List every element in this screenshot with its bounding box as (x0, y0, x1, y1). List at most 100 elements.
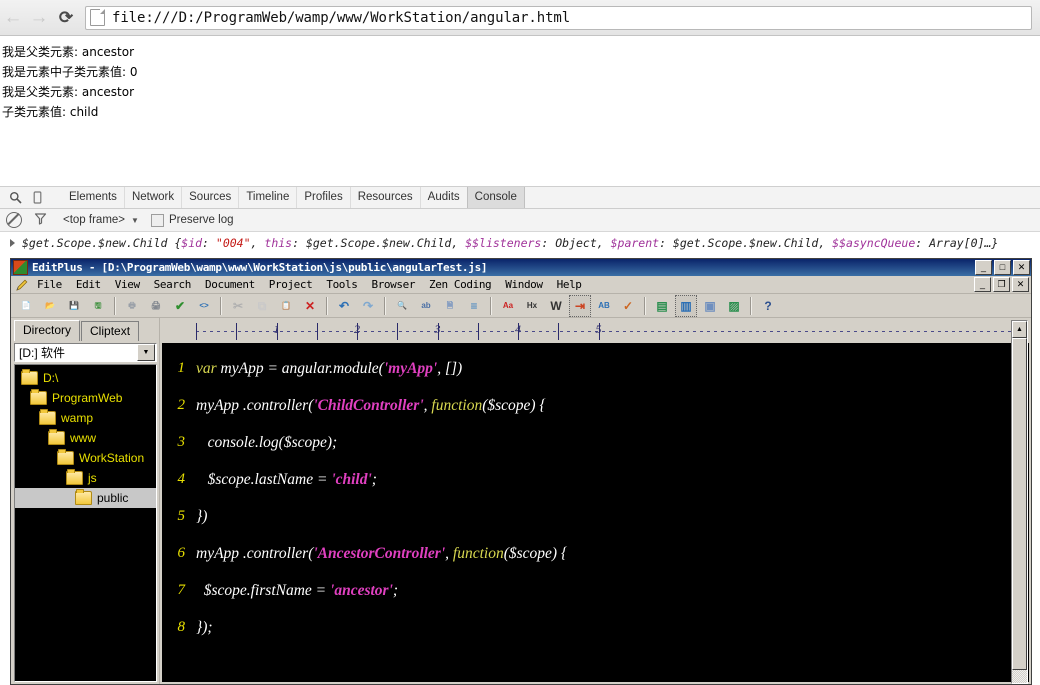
chevron-down-icon[interactable]: ▼ (131, 216, 139, 225)
menu-edit[interactable]: Edit (69, 277, 108, 292)
check-button[interactable]: ✓ (617, 295, 639, 317)
preserve-log-checkbox[interactable] (150, 213, 164, 227)
close-button[interactable]: ✕ (1013, 260, 1030, 275)
scrollbar-track[interactable] (1012, 670, 1027, 683)
tab-profiles[interactable]: Profiles (296, 187, 349, 208)
ruler-tick (477, 323, 479, 340)
code-line[interactable]: myApp .controller('ChildController', fun… (192, 387, 1029, 424)
console-log-entry[interactable]: $get.Scope.$new.Child {$id: "004", this:… (22, 235, 1040, 251)
back-icon[interactable]: ← (0, 5, 26, 31)
menu-search[interactable]: Search (147, 277, 198, 292)
tab-sources[interactable]: Sources (181, 187, 238, 208)
menu-tools[interactable]: Tools (319, 277, 364, 292)
tab-elements[interactable]: Elements (62, 187, 124, 208)
menu-help[interactable]: Help (550, 277, 589, 292)
filter-funnel-icon[interactable] (34, 212, 47, 228)
maximize-button[interactable]: □ (994, 260, 1011, 275)
print-preview-button[interactable]: 🖶 (121, 295, 143, 317)
toggle-output-button[interactable]: ▥ (675, 294, 697, 317)
save-all-button[interactable]: 🖫 (87, 295, 109, 317)
spell-check-button[interactable]: ✔ (169, 295, 191, 317)
open-file-button[interactable]: 📂 (39, 295, 61, 317)
menu-window[interactable]: Window (498, 277, 549, 292)
preview-button[interactable]: ▣ (699, 295, 721, 317)
chevron-down-icon[interactable]: ▼ (137, 344, 155, 361)
directory-tree[interactable]: D:\ ProgramWeb wamp www WorkStation js public (14, 364, 157, 682)
find-in-files-button[interactable]: 🗎 (439, 295, 461, 317)
code-line[interactable]: $scope.firstName = 'ancestor'; (192, 572, 1029, 609)
menu-browser[interactable]: Browser (364, 277, 422, 292)
tab-timeline[interactable]: Timeline (238, 187, 296, 208)
replace-button[interactable]: ab (415, 295, 437, 317)
delete-button[interactable]: ✕ (299, 295, 321, 317)
code-line[interactable]: console.log($scope); (192, 424, 1029, 461)
editor-vertical-scrollbar[interactable]: ▲ (1011, 320, 1028, 684)
code-line[interactable]: }) (192, 498, 1029, 535)
paste-button[interactable]: 📋 (275, 295, 297, 317)
tree-item-www[interactable]: www (15, 428, 156, 448)
find-button[interactable]: 🔍 (391, 295, 413, 317)
word-wrap-button[interactable]: W (545, 295, 567, 317)
tree-item-js[interactable]: js (15, 468, 156, 488)
sort-button[interactable]: AB (593, 295, 615, 317)
code-editor[interactable]: 1 2 3 4 5 6 7 8 var myApp = angular.module('myA… (162, 344, 1029, 682)
save-button[interactable]: 💾 (63, 295, 85, 317)
code-line[interactable]: var myApp = angular.module('myApp', []) (192, 350, 1029, 387)
tab-directory[interactable]: Directory (14, 320, 81, 341)
reload-icon[interactable]: ⟳ (53, 5, 79, 31)
menu-zen-coding[interactable]: Zen Coding (422, 277, 498, 292)
devtools-panel: Elements Network Sources Timeline Profil… (0, 186, 1040, 258)
tree-item-wamp[interactable]: wamp (15, 408, 156, 428)
cut-button[interactable]: ✂ (227, 295, 249, 317)
frame-selector[interactable]: <top frame> (63, 214, 125, 226)
doc-restore-button[interactable]: ❐ (993, 277, 1010, 292)
goto-line-button[interactable]: ≡ (463, 295, 485, 317)
browser-preview-button[interactable]: ▨ (723, 295, 745, 317)
menu-file[interactable]: File (30, 277, 69, 292)
doc-minimize-button[interactable]: _ (974, 277, 991, 292)
code-content[interactable]: var myApp = angular.module('myApp', []) m… (192, 344, 1029, 682)
tree-item-public[interactable]: public (15, 488, 156, 508)
tab-network[interactable]: Network (123, 187, 181, 208)
help-pointer-button[interactable]: ? (757, 295, 779, 317)
tree-item-programweb[interactable]: ProgramWeb (15, 388, 156, 408)
minimize-button[interactable]: _ (975, 260, 992, 275)
code-line[interactable]: myApp .controller('AncestorController', … (192, 535, 1029, 572)
hex-view-button[interactable]: Hx (521, 295, 543, 317)
copy-button[interactable]: ⧉ (251, 295, 273, 317)
editplus-titlebar[interactable]: EditPlus - [D:\ProgramWeb\wamp\www\WorkS… (11, 259, 1031, 276)
change-case-button[interactable]: Aa (497, 295, 519, 317)
tab-audits[interactable]: Audits (419, 187, 467, 208)
menu-document[interactable]: Document (198, 277, 262, 292)
tab-cliptext[interactable]: Cliptext (81, 321, 140, 341)
redo-button[interactable]: ↷ (357, 295, 379, 317)
doc-close-button[interactable]: ✕ (1012, 277, 1029, 292)
new-file-button[interactable]: 📄 (15, 295, 37, 317)
code-token: , (445, 545, 453, 562)
tab-console[interactable]: Console (466, 187, 525, 208)
scroll-up-button[interactable]: ▲ (1012, 321, 1027, 338)
view-source-button[interactable]: <> (193, 295, 215, 317)
print-preview-icon: 🖶 (128, 300, 136, 310)
print-button[interactable]: 🖨 (145, 295, 167, 317)
device-toolbar-icon[interactable] (26, 188, 48, 208)
code-line[interactable]: $scope.lastName = 'child'; (192, 461, 1029, 498)
indent-button[interactable]: ⇥ (569, 294, 591, 317)
disclosure-triangle-icon[interactable] (10, 239, 15, 247)
scrollbar-thumb[interactable] (1012, 338, 1027, 670)
code-line[interactable]: }); (192, 609, 1029, 646)
tree-item-d[interactable]: D:\ (15, 368, 156, 388)
menu-project[interactable]: Project (262, 277, 320, 292)
magnifier-inspect-icon[interactable] (4, 188, 26, 208)
clear-console-icon[interactable] (6, 212, 22, 228)
console-segment: : $get.Scope.$new.Child, (292, 236, 466, 250)
forward-icon[interactable]: → (26, 5, 52, 31)
menu-view[interactable]: View (108, 277, 147, 292)
undo-button[interactable]: ↶ (333, 295, 355, 317)
toggle-directory-button[interactable]: ▤ (651, 295, 673, 317)
delete-icon: ✕ (304, 298, 316, 313)
drive-selector[interactable]: [D:] 软件 ▼ (14, 343, 157, 362)
tree-item-workstation[interactable]: WorkStation (15, 448, 156, 468)
address-bar[interactable]: file:///D:/ProgramWeb/wamp/www/WorkStati… (85, 5, 1032, 30)
tab-resources[interactable]: Resources (349, 187, 420, 208)
